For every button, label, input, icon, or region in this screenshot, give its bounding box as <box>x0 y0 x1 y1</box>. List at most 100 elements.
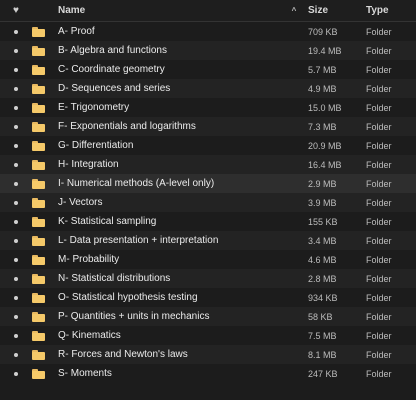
favorite-toggle[interactable] <box>0 333 32 338</box>
file-size: 4.6 MB <box>308 254 337 265</box>
table-row[interactable]: B- Algebra and functions 19.4 MB Folder <box>0 41 416 60</box>
file-type: Folder <box>366 349 392 360</box>
file-size: 155 KB <box>308 216 338 227</box>
favorite-toggle[interactable] <box>0 143 32 148</box>
favorite-column-header[interactable]: ♥ <box>0 5 32 16</box>
file-type: Folder <box>366 235 392 246</box>
table-row[interactable]: R- Forces and Newton's laws 8.1 MB Folder <box>0 345 416 364</box>
table-row[interactable]: P- Quantities + units in mechanics 58 KB F… <box>0 307 416 326</box>
file-name[interactable]: G- Differentiation <box>58 140 284 151</box>
file-name[interactable]: S- Moments <box>58 368 284 379</box>
file-name[interactable]: Q- Kinematics <box>58 330 284 341</box>
favorite-toggle[interactable] <box>0 162 32 167</box>
file-type: Folder <box>366 254 392 265</box>
folder-icon <box>32 254 58 265</box>
table-row[interactable]: Q- Kinematics 7.5 MB Folder <box>0 326 416 345</box>
type-column-header[interactable]: Type <box>364 5 416 16</box>
file-list-header: ♥ Name ^ Size Type <box>0 0 416 22</box>
favorite-toggle[interactable] <box>0 352 32 357</box>
table-row[interactable]: L- Data presentation + interpretation 3.4… <box>0 231 416 250</box>
table-row[interactable]: C- Coordinate geometry 5.7 MB Folder <box>0 60 416 79</box>
file-size: 247 KB <box>308 368 338 379</box>
dot-icon <box>14 67 18 72</box>
table-row[interactable]: I- Numerical methods (A-level only) 2.9 M… <box>0 174 416 193</box>
folder-icon <box>32 64 58 75</box>
folder-icon <box>32 216 58 227</box>
table-row[interactable]: A- Proof 709 KB Folder <box>0 22 416 41</box>
favorite-toggle[interactable] <box>0 105 32 110</box>
table-row[interactable]: H- Integration 16.4 MB Folder <box>0 155 416 174</box>
file-type: Folder <box>366 121 392 132</box>
favorite-toggle[interactable] <box>0 200 32 205</box>
favorite-toggle[interactable] <box>0 371 32 376</box>
file-name[interactable]: M- Probability <box>58 254 284 265</box>
file-type: Folder <box>366 178 392 189</box>
file-name[interactable]: H- Integration <box>58 159 284 170</box>
table-row[interactable]: G- Differentiation 20.9 MB Folder <box>0 136 416 155</box>
file-name[interactable]: O- Statistical hypothesis testing <box>58 292 284 303</box>
file-size: 20.9 MB <box>308 140 342 151</box>
dot-icon <box>14 143 18 148</box>
file-name[interactable]: E- Trigonometry <box>58 102 284 113</box>
file-type: Folder <box>366 368 392 379</box>
dot-icon <box>14 86 18 91</box>
dot-icon <box>14 219 18 224</box>
file-name[interactable]: A- Proof <box>58 26 284 37</box>
table-row[interactable]: J- Vectors 3.9 MB Folder <box>0 193 416 212</box>
file-name[interactable]: L- Data presentation + interpretation <box>58 235 284 246</box>
favorite-toggle[interactable] <box>0 48 32 53</box>
name-column-label: Name <box>58 5 86 16</box>
file-type: Folder <box>366 102 392 113</box>
table-row[interactable]: S- Moments 247 KB Folder <box>0 364 416 383</box>
favorite-toggle[interactable] <box>0 295 32 300</box>
folder-icon <box>32 159 58 170</box>
file-size: 16.4 MB <box>308 159 342 170</box>
favorite-toggle[interactable] <box>0 67 32 72</box>
table-row[interactable]: M- Probability 4.6 MB Folder <box>0 250 416 269</box>
favorite-toggle[interactable] <box>0 314 32 319</box>
file-size: 8.1 MB <box>308 349 337 360</box>
table-row[interactable]: E- Trigonometry 15.0 MB Folder <box>0 98 416 117</box>
dot-icon <box>14 105 18 110</box>
folder-icon <box>32 102 58 113</box>
folder-icon <box>32 45 58 56</box>
table-row[interactable]: F- Exponentials and logarithms 7.3 MB Fold… <box>0 117 416 136</box>
name-column-header[interactable]: Name <box>58 5 284 16</box>
dot-icon <box>14 295 18 300</box>
dot-icon <box>14 29 18 34</box>
table-row[interactable]: N- Statistical distributions 2.8 MB Folder <box>0 269 416 288</box>
table-row[interactable]: D- Sequences and series 4.9 MB Folder <box>0 79 416 98</box>
file-name[interactable]: N- Statistical distributions <box>58 273 284 284</box>
file-size: 4.9 MB <box>308 83 337 94</box>
favorite-toggle[interactable] <box>0 238 32 243</box>
dot-icon <box>14 314 18 319</box>
favorite-toggle[interactable] <box>0 86 32 91</box>
file-name[interactable]: B- Algebra and functions <box>58 45 284 56</box>
folder-icon <box>32 368 58 379</box>
file-list-body: A- Proof 709 KB Folder B- Algebra and funct… <box>0 22 416 383</box>
favorite-toggle[interactable] <box>0 219 32 224</box>
file-name[interactable]: R- Forces and Newton's laws <box>58 349 284 360</box>
file-name[interactable]: K- Statistical sampling <box>58 216 284 227</box>
file-name[interactable]: F- Exponentials and logarithms <box>58 121 284 132</box>
favorite-toggle[interactable] <box>0 181 32 186</box>
favorite-toggle[interactable] <box>0 276 32 281</box>
file-type: Folder <box>366 311 392 322</box>
table-row[interactable]: O- Statistical hypothesis testing 934 KB F… <box>0 288 416 307</box>
file-name[interactable]: D- Sequences and series <box>58 83 284 94</box>
folder-icon <box>32 140 58 151</box>
table-row[interactable]: K- Statistical sampling 155 KB Folder <box>0 212 416 231</box>
file-name[interactable]: C- Coordinate geometry <box>58 64 284 75</box>
size-column-header[interactable]: Size <box>304 5 364 16</box>
sort-ascending-icon[interactable]: ^ <box>284 6 304 15</box>
folder-icon <box>32 349 58 360</box>
favorite-toggle[interactable] <box>0 29 32 34</box>
file-name[interactable]: I- Numerical methods (A-level only) <box>58 178 284 189</box>
favorite-toggle[interactable] <box>0 257 32 262</box>
dot-icon <box>14 238 18 243</box>
file-size: 7.5 MB <box>308 330 337 341</box>
dot-icon <box>14 333 18 338</box>
favorite-toggle[interactable] <box>0 124 32 129</box>
file-name[interactable]: P- Quantities + units in mechanics <box>58 311 284 322</box>
file-name[interactable]: J- Vectors <box>58 197 284 208</box>
